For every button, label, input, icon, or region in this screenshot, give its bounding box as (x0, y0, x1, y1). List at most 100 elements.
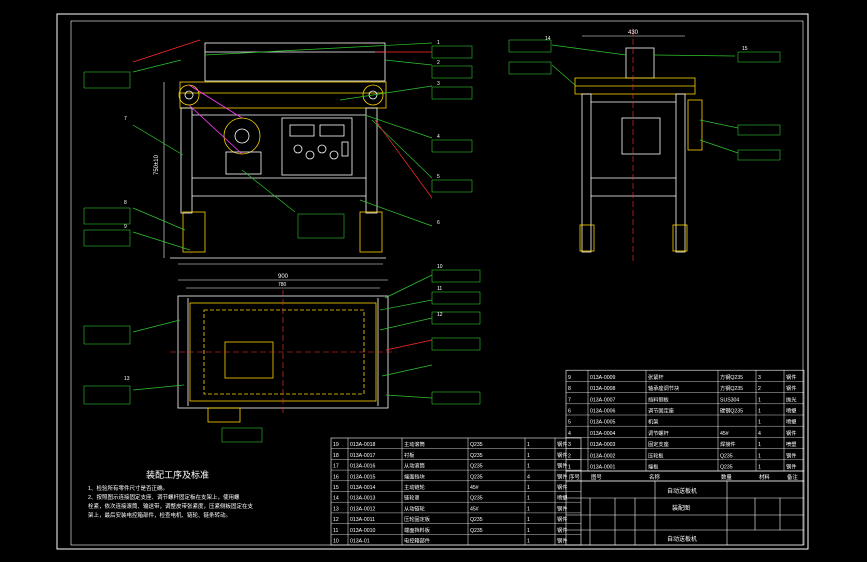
front-control-display2 (319, 124, 345, 137)
front-motor-hub (234, 128, 250, 144)
front-dim-height-label: 750±10 (154, 154, 160, 175)
tag-p4 (431, 337, 481, 351)
callout-number: 13 (124, 376, 130, 382)
front-motor-wheel (223, 117, 261, 155)
bom-upper-cell-code: 013A-0008 (590, 386, 615, 392)
bom-upper-cell-note: 抛光 (786, 395, 796, 403)
bom-header-cell: 名称 (649, 473, 660, 481)
tag-p5 (431, 391, 481, 405)
bom-upper-cell-no: 6 (568, 409, 571, 415)
bom-upper-cell-code: 013A-0005 (590, 420, 615, 426)
tag-f4 (431, 139, 473, 153)
bom-table-lower: 19 013A-0018 主动滚筒 Q235 1 钢件18 013A-0017 衬板 Q235 1… (330, 437, 582, 546)
bom-header-cell: 序号 (569, 473, 580, 481)
callout-number: 2 (437, 60, 440, 66)
bom-upper-cell-qty: 2 (758, 386, 761, 392)
bom-lower-cell-no: 10 (333, 539, 339, 545)
side-view (574, 30, 703, 262)
side-leaders (551, 44, 739, 154)
bom-lower-cell-qty: 4 (527, 474, 530, 480)
tag-f2 (431, 65, 473, 79)
bom-upper-cell-note: 喷塑 (786, 440, 796, 448)
leader-front-8 (132, 124, 184, 156)
callout-number: 6 (437, 220, 440, 226)
front-control-knob-3 (317, 144, 327, 154)
bom-upper-cell-name: 端板 (648, 463, 659, 471)
bom-lower-cell-name: 主动滚筒 (404, 440, 425, 448)
callout-number: 10 (437, 264, 443, 270)
bom-upper-cell-code: 013A-0001 (590, 465, 615, 471)
leader-plan-1 (384, 274, 433, 299)
front-roller-left-hub (184, 90, 194, 100)
bom-lower-cell-name: 端面挡料板 (404, 526, 431, 534)
front-belt (179, 81, 387, 109)
bom-lower-cell-no: 17 (333, 464, 339, 470)
bom-upper-cell-qty: 4 (758, 431, 761, 437)
side-guard (687, 99, 703, 151)
bom-lower-cell-code: 013A-0014 (350, 485, 375, 491)
bom-lower-cell-qty: 1 (527, 442, 530, 448)
bom-lower-cell-no: 19 (333, 442, 339, 448)
bom-lower-cell-code: 013A-0011 (350, 517, 375, 523)
bom-upper-cell-name: 轴承座调节块 (648, 384, 680, 392)
bom-lower-cell-code: 013A-0013 (350, 496, 375, 502)
bom-header-cell: 图号 (591, 473, 602, 481)
bom-upper-cell-material: 焊接件 (720, 440, 736, 448)
bom-upper-cell-no: 2 (568, 453, 571, 459)
tag-f1 (431, 45, 473, 59)
side-top-box (625, 47, 655, 79)
bom-header-cell: 材料 (759, 473, 770, 481)
bom-upper-cell-qty: 1 (758, 453, 761, 459)
front-foot-right (359, 211, 383, 253)
bom-upper-cell-name: 调节固定座 (648, 407, 674, 415)
callout-numbers: 123456789101112131415 (124, 36, 748, 382)
bom-upper-cell-material: 方钢Q235 (720, 384, 743, 392)
tag-f9 (297, 213, 345, 239)
leader-plan-7 (132, 384, 185, 391)
bom-lower-cell-name: 从动链轮 (404, 504, 425, 512)
plan-leaders-red (385, 339, 433, 351)
bom-lower-cell-code: 013A-0012 (350, 506, 375, 512)
callout-number: 7 (124, 116, 127, 122)
notes-line-2: 2、按照图示连接固定支座、调节螺杆固定板在支架上，使用螺 (88, 493, 240, 501)
plan-view (170, 279, 396, 423)
bom-lower-cell-no: 18 (333, 453, 339, 459)
bom-upper-cell-material: SUS304 (720, 397, 739, 403)
bom-upper-cell-no: 8 (568, 386, 571, 392)
title-view-label: 装配图 (672, 504, 690, 512)
side-dim-top-label: 430 (628, 30, 639, 36)
bom-lower-cell-name: 电控箱部件 (404, 537, 430, 545)
bom-upper-cell-code: 013A-0004 (590, 431, 615, 437)
bom-upper-cell-note: 喷塑 (786, 407, 796, 415)
tag-f3 (431, 86, 473, 100)
bom-lower-cell-qty: 1 (527, 496, 530, 502)
bom-upper-cell-qty: 3 (758, 375, 761, 381)
bom-upper-cell-no: 5 (568, 420, 571, 426)
leader-plan-red-1 (385, 339, 433, 351)
callout-number: 4 (437, 134, 440, 140)
bom-upper-cell-note: 钢件 (786, 451, 796, 459)
bom-upper-cell-material: 方钢Q235 (720, 373, 743, 381)
front-callout-tags (83, 45, 473, 247)
front-control-switch (341, 141, 349, 157)
bom-lower-cell-code: 013A-0016 (350, 464, 375, 470)
callout-number: 8 (124, 200, 127, 206)
tag-p2 (431, 291, 481, 305)
bom-upper-cell-qty: 1 (758, 465, 761, 471)
front-motor-base (225, 151, 262, 175)
leader-side-5 (699, 139, 739, 154)
bom-lower-cell-no: 13 (333, 506, 339, 512)
bom-upper-cell-note: 钢件 (786, 373, 796, 381)
bom-lower-cell-no: 15 (333, 485, 339, 491)
front-view (163, 42, 387, 265)
leader-side-3 (653, 54, 736, 57)
bom-lower-cell-no: 14 (333, 496, 339, 502)
leader-front-7 (132, 59, 182, 73)
bom-lower-cell-material: Q235 (470, 496, 483, 502)
leader-side-2 (551, 64, 576, 86)
bom-lower-cell-no: 12 (333, 517, 339, 523)
callout-number: 11 (437, 286, 442, 292)
bom-upper-cell-no: 3 (568, 442, 571, 448)
front-roller-left (178, 84, 200, 106)
leader-red-c (374, 119, 433, 199)
